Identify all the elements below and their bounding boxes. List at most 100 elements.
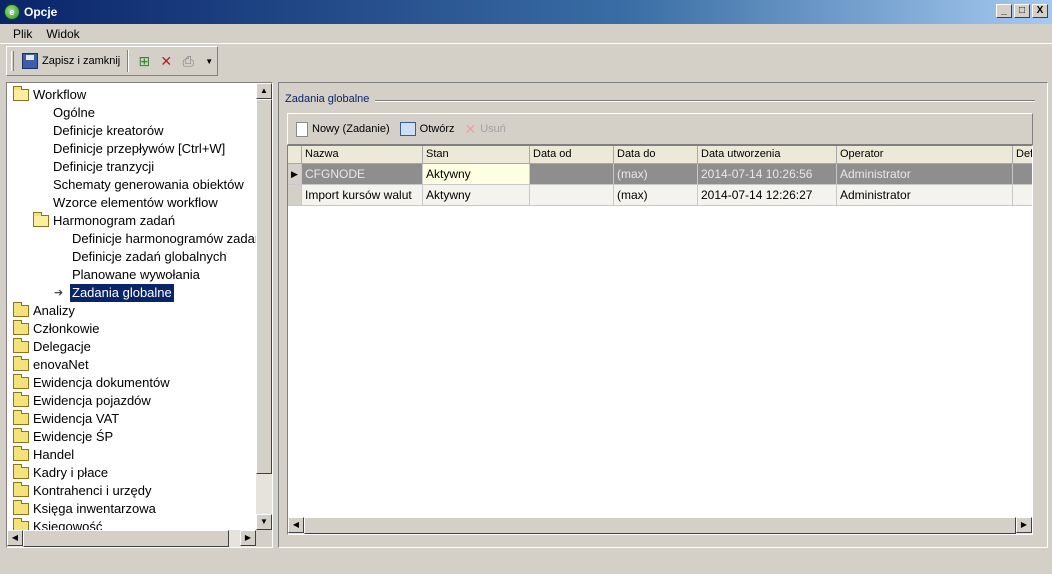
cell-nazwa[interactable]: Import kursów walut	[302, 185, 423, 206]
open-button[interactable]: Otwórz	[399, 122, 454, 136]
toolbar-dropdown-arrow[interactable]: ▼	[205, 57, 213, 66]
tree-item-label: Kontrahenci i urzędy	[33, 483, 152, 498]
scroll-up-arrow-icon[interactable]: ▲	[256, 83, 272, 99]
tree-list: Workflow Ogólne Definicje kreatorów Defi…	[7, 83, 256, 530]
tree-item-planowane[interactable]: Planowane wywołania	[72, 266, 200, 284]
grid-toolbar: Nowy (Zadanie) Otwórz ✕ Usuń	[287, 113, 1033, 145]
tree-item-label: Workflow	[33, 87, 87, 102]
menu-widok[interactable]: Widok	[39, 27, 86, 41]
tree-item-label: Ewidencje ŚP	[33, 429, 114, 444]
tree-item-label: Członkowie	[33, 321, 100, 336]
delete-button[interactable]: ✕ Usuń	[464, 121, 505, 138]
new-document-icon	[296, 121, 308, 137]
tree-item-ksiegowosc[interactable]: Księgowość	[13, 518, 102, 530]
tree-item-ewidencja-pojazdow[interactable]: Ewidencja pojazdów	[13, 392, 151, 410]
tree-item-wzorce[interactable]: Wzorce elementów workflow	[53, 194, 218, 212]
tree-item-delegacje[interactable]: Delegacje	[13, 338, 91, 356]
scroll-corner	[256, 530, 272, 547]
scroll-right-arrow-icon[interactable]: ▶	[1016, 517, 1032, 533]
folder-open-icon	[13, 86, 29, 101]
folder-icon	[13, 410, 29, 425]
cell-data-od[interactable]	[530, 164, 614, 185]
tree-item-definicje-przeplywow[interactable]: Definicje przepływów [Ctrl+W]	[53, 140, 225, 158]
tree-item-harmonogram[interactable]: Harmonogram zadań	[33, 212, 175, 230]
tree-horizontal-scrollbar[interactable]: ◀ ▶	[7, 530, 256, 547]
grid-horizontal-scrollbar[interactable]: ◀ ▶	[288, 517, 1032, 534]
tree-item-analizy[interactable]: Analizy	[13, 302, 75, 320]
cell-operator[interactable]: Administrator	[837, 164, 1013, 185]
cell-def[interactable]	[1013, 185, 1032, 206]
print-button[interactable]: ⎙	[177, 51, 199, 71]
tree-item-kontrahenci[interactable]: Kontrahenci i urzędy	[13, 482, 152, 500]
column-header-nazwa[interactable]: Nazwa	[302, 146, 423, 164]
cell-stan[interactable]: Aktywny	[423, 164, 530, 185]
scroll-left-arrow-icon[interactable]: ◀	[7, 530, 23, 546]
scroll-left-arrow-icon[interactable]: ◀	[288, 517, 304, 533]
delete-label: Usuń	[480, 123, 506, 135]
scroll-right-arrow-icon[interactable]: ▶	[240, 530, 256, 546]
menu-bar: Plik Widok	[0, 24, 1052, 44]
tree-item-label: Ewidencja pojazdów	[33, 393, 151, 408]
tools-button[interactable]: ✕	[155, 51, 177, 71]
tree-item-ewidencja-dokumentow[interactable]: Ewidencja dokumentów	[13, 374, 170, 392]
table-row[interactable]: ▶ CFGNODE Aktywny (max) 2014-07-14 10:26…	[288, 164, 1032, 185]
tree-item-czlonkowie[interactable]: Członkowie	[13, 320, 99, 338]
cell-operator[interactable]: Administrator	[837, 185, 1013, 206]
tree-item-label: Definicje przepływów [Ctrl+W]	[53, 141, 226, 156]
menu-plik[interactable]: Plik	[6, 27, 39, 41]
table-row[interactable]: Import kursów walut Aktywny (max) 2014-0…	[288, 185, 1032, 206]
column-header-def[interactable]: Def	[1013, 146, 1032, 164]
folder-icon	[13, 356, 29, 371]
tree-item-ksiega[interactable]: Księga inwentarzowa	[13, 500, 156, 518]
tree-item-definicje-tranzycji[interactable]: Definicje tranzycji	[53, 158, 154, 176]
tree-item-definicje-zadan[interactable]: Definicje zadań globalnych	[72, 248, 227, 266]
tree-item-definicje-kreatorow[interactable]: Definicje kreatorów	[53, 122, 164, 140]
column-header-data-od[interactable]: Data od	[530, 146, 614, 164]
folder-icon	[13, 500, 29, 515]
window-controls: _ □ X	[996, 4, 1048, 18]
tree-item-ewidencje-sp[interactable]: Ewidencje ŚP	[13, 428, 113, 446]
save-close-button[interactable]: Zapisz i zamknij	[19, 51, 123, 71]
tree-item-label: Definicje tranzycji	[53, 159, 155, 174]
close-button[interactable]: X	[1032, 4, 1048, 18]
tree-item-workflow[interactable]: Workflow	[13, 86, 86, 104]
tree-item-kadry[interactable]: Kadry i płace	[13, 464, 108, 482]
cell-data-do[interactable]: (max)	[614, 185, 698, 206]
cell-def[interactable]	[1013, 164, 1032, 185]
cell-data-do[interactable]: (max)	[614, 164, 698, 185]
minimize-button[interactable]: _	[996, 4, 1012, 18]
tree-vertical-scrollbar[interactable]: ▲ ▼	[256, 83, 272, 530]
column-header-data-do[interactable]: Data do	[614, 146, 698, 164]
tree-item-handel[interactable]: Handel	[13, 446, 74, 464]
cell-data-utworzenia[interactable]: 2014-07-14 12:26:27	[698, 185, 837, 206]
cell-nazwa[interactable]: CFGNODE	[302, 164, 423, 185]
tree-button[interactable]: ⊞	[133, 51, 155, 71]
scroll-thumb[interactable]	[23, 530, 229, 547]
column-header-stan[interactable]: Stan	[423, 146, 530, 164]
folder-icon	[13, 302, 29, 317]
tree-item-enovanet[interactable]: enovaNet	[13, 356, 89, 374]
scroll-thumb[interactable]	[256, 99, 272, 474]
tree-item-label: Ogólne	[53, 105, 95, 120]
cell-stan[interactable]: Aktywny	[423, 185, 530, 206]
save-close-label: Zapisz i zamknij	[42, 55, 121, 67]
new-task-button[interactable]: Nowy (Zadanie)	[296, 121, 390, 137]
toolbar-grip[interactable]	[11, 51, 14, 71]
tree-item-ewidencja-vat[interactable]: Ewidencja VAT	[13, 410, 119, 428]
tree-item-schematy[interactable]: Schematy generowania obiektów	[53, 176, 244, 194]
column-header-operator[interactable]: Operator	[837, 146, 1013, 164]
cell-data-od[interactable]	[530, 185, 614, 206]
tree-item-ogolne[interactable]: Ogólne	[53, 104, 95, 122]
cell-data-utworzenia[interactable]: 2014-07-14 10:26:56	[698, 164, 837, 185]
tree-item-definicje-harmonogramow[interactable]: Definicje harmonogramów zadań	[72, 230, 256, 248]
tree-item-label: Schematy generowania obiektów	[53, 177, 244, 192]
tree-item-zadania-globalne[interactable]: ➔ Zadania globalne	[54, 284, 174, 302]
folder-icon	[13, 320, 29, 335]
scroll-thumb[interactable]	[304, 517, 1016, 534]
scroll-down-arrow-icon[interactable]: ▼	[256, 514, 272, 530]
maximize-button[interactable]: □	[1014, 4, 1030, 18]
content-panel: Zadania globalne Nowy (Zadanie) Otwórz ✕…	[278, 82, 1048, 548]
column-header-data-utworzenia[interactable]: Data utworzenia	[698, 146, 837, 164]
tree-structure-icon: ⊞	[138, 53, 151, 69]
tree-item-label: Definicje harmonogramów zadań	[72, 231, 256, 246]
